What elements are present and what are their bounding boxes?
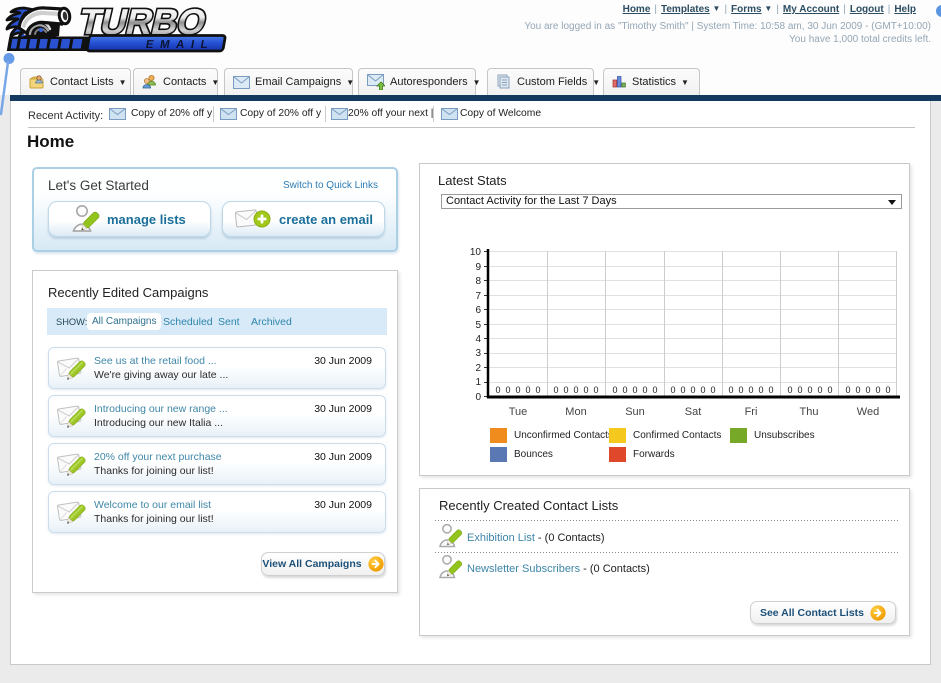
svg-text:0: 0 [593,385,598,395]
svg-text:7: 7 [475,291,481,302]
svg-text:Wed: Wed [857,406,879,418]
svg-text:0: 0 [632,385,637,395]
svg-text:0: 0 [845,385,850,395]
svg-text:0: 0 [563,385,568,395]
svg-text:0: 0 [573,385,578,395]
svg-text:Sat: Sat [685,406,702,418]
svg-text:0: 0 [495,385,500,395]
svg-text:0: 0 [515,385,520,395]
svg-text:0: 0 [670,385,675,395]
svg-text:5: 5 [475,320,481,331]
svg-text:0: 0 [787,385,792,395]
svg-text:EMAIL: EMAIL [145,39,215,51]
svg-text:0: 0 [885,385,890,395]
svg-text:0: 0 [612,385,617,395]
svg-text:0: 0 [535,385,540,395]
svg-text:0: 0 [700,385,705,395]
svg-text:0: 0 [758,385,763,395]
svg-text:0: 0 [690,385,695,395]
svg-text:0: 0 [768,385,773,395]
svg-text:0: 0 [652,385,657,395]
svg-text:10: 10 [470,247,482,258]
svg-text:0: 0 [807,385,812,395]
svg-text:4: 4 [475,334,481,345]
svg-text:9: 9 [475,262,481,273]
svg-text:0: 0 [583,385,588,395]
svg-text:Fri: Fri [745,406,758,418]
svg-text:0: 0 [817,385,822,395]
svg-text:0: 0 [865,385,870,395]
svg-text:0: 0 [748,385,753,395]
svg-text:0: 0 [738,385,743,395]
svg-text:0: 0 [728,385,733,395]
svg-text:0: 0 [553,385,558,395]
svg-text:2: 2 [475,363,481,374]
svg-text:0: 0 [642,385,647,395]
svg-text:3: 3 [475,348,481,359]
svg-text:0: 0 [622,385,627,395]
svg-text:1: 1 [475,377,481,388]
svg-text:0: 0 [827,385,832,395]
svg-text:6: 6 [475,305,481,316]
svg-text:0: 0 [855,385,860,395]
svg-text:0: 0 [797,385,802,395]
svg-text:0: 0 [525,385,530,395]
svg-text:0: 0 [710,385,715,395]
svg-text:Tue: Tue [509,406,528,418]
svg-text:8: 8 [475,276,481,287]
svg-text:Mon: Mon [565,406,586,418]
svg-text:0: 0 [475,392,481,403]
svg-text:0: 0 [505,385,510,395]
svg-text:0: 0 [875,385,880,395]
svg-text:0: 0 [680,385,685,395]
svg-text:Sun: Sun [625,406,645,418]
svg-text:Thu: Thu [800,406,819,418]
